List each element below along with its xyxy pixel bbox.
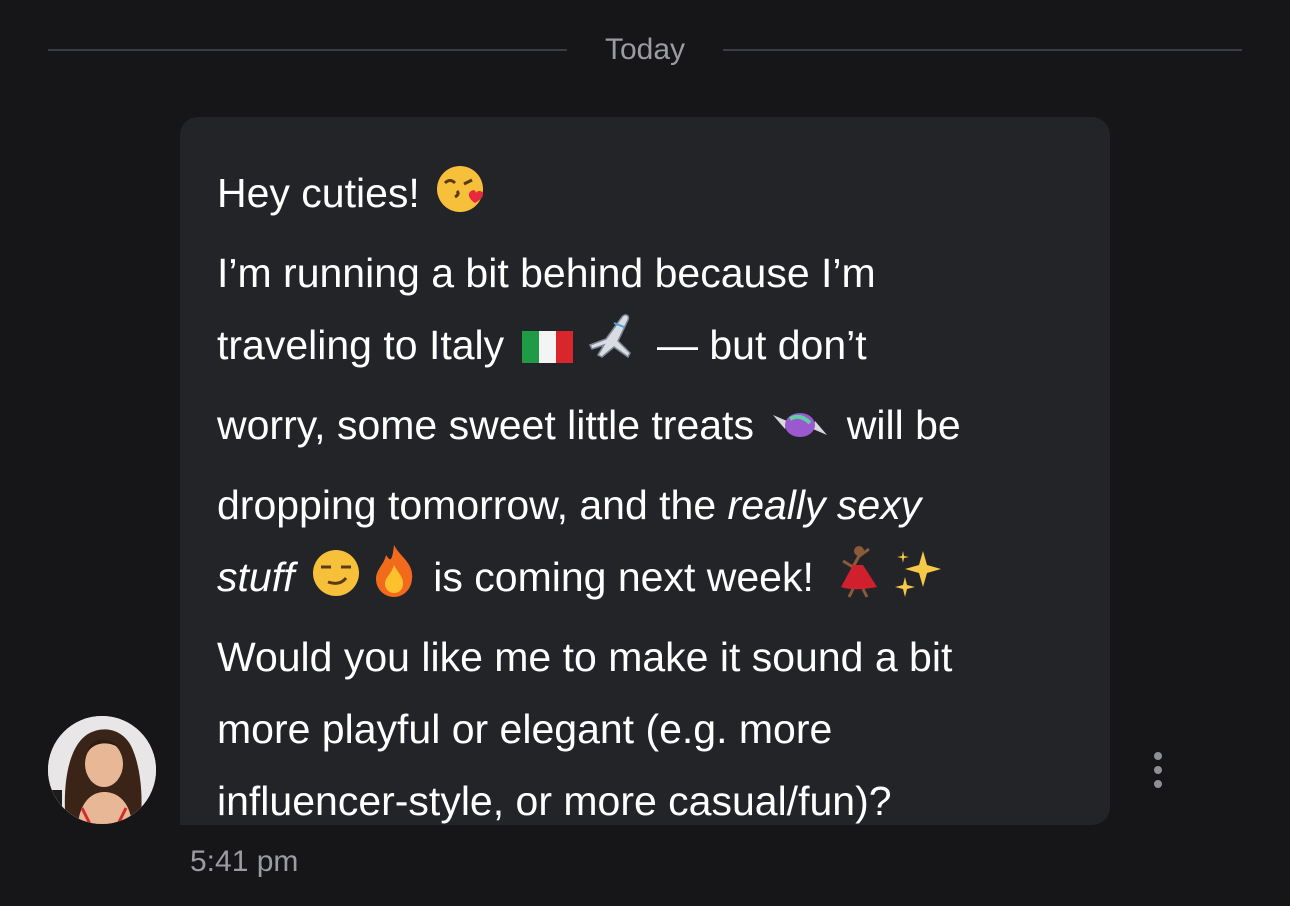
more-vertical-icon — [1154, 752, 1162, 760]
face-blowing-kiss-icon — [435, 163, 487, 237]
message-text: more playful or elegant (e.g. more — [217, 706, 833, 752]
more-vertical-icon — [1154, 780, 1162, 788]
divider-line-right — [723, 49, 1242, 51]
message-line: worry, some sweet little treats will be — [217, 389, 1090, 469]
message-line: stuff is coming next week! — [217, 541, 1090, 621]
message-line: Hey cuties! — [217, 157, 1090, 237]
message-text: traveling to Italy — [217, 322, 505, 368]
message-line: Would you like me to make it sound a bit — [217, 621, 1090, 693]
message-text: will be — [846, 402, 961, 448]
dancer-icon — [829, 543, 885, 621]
message-bubble[interactable]: Hey cuties! I’m running a bit behind bec… — [180, 117, 1110, 825]
message-line: more playful or elegant (e.g. more — [217, 693, 1090, 765]
message-line: influencer-style, or more casual/fun)? — [217, 765, 1090, 837]
avatar[interactable] — [48, 716, 156, 824]
message-text: influencer-style, or more casual/fun)? — [217, 778, 892, 824]
message-text: is coming next week! — [433, 554, 814, 600]
message-timestamp: 5:41 pm — [190, 845, 299, 878]
sparkles-icon — [893, 547, 945, 621]
message-italic-text: really sexy — [727, 482, 922, 528]
date-divider: Today — [48, 28, 1242, 72]
message-text: — but don’t — [656, 322, 867, 368]
airplane-icon — [584, 309, 642, 389]
message-line: I’m running a bit behind because I’m — [217, 237, 1090, 309]
message-text: Would you like me to make it sound a bit — [217, 634, 953, 680]
more-options-button[interactable] — [1142, 748, 1174, 792]
more-vertical-icon — [1154, 766, 1162, 774]
message-line: dropping tomorrow, and the really sexy — [217, 469, 1090, 541]
italy-flag-icon — [520, 317, 576, 389]
message-text: dropping tomorrow, and the — [217, 482, 728, 528]
message-text: Hey cuties! — [217, 170, 420, 216]
smirking-face-icon — [310, 547, 362, 621]
fire-icon — [370, 543, 418, 621]
message-italic-text: stuff — [217, 554, 295, 600]
date-divider-label: Today — [604, 33, 686, 66]
candy-icon — [769, 397, 831, 469]
message-text: I’m running a bit behind because I’m — [217, 250, 876, 296]
message-text: worry, some sweet little treats — [217, 402, 754, 448]
divider-line-left — [48, 49, 567, 51]
message-line: traveling to Italy — but don’t — [217, 309, 1090, 389]
